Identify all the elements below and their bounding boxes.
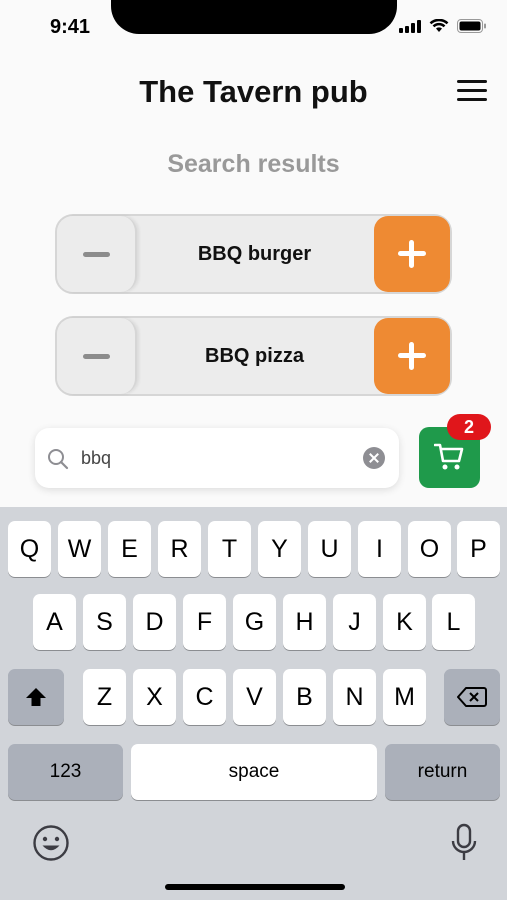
search-results-heading: Search results <box>167 150 340 178</box>
battery-icon <box>457 19 487 33</box>
device-notch <box>111 0 397 34</box>
backspace-icon <box>457 687 487 707</box>
microphone-icon[interactable] <box>451 823 477 868</box>
cart-icon <box>434 443 464 470</box>
home-indicator <box>165 884 345 890</box>
minus-icon <box>83 252 110 257</box>
search-icon <box>48 449 69 470</box>
cellular-signal-icon <box>399 19 421 33</box>
key-q[interactable]: Q <box>8 521 51 577</box>
on-screen-keyboard: Q W E R T Y U I O P A S D F G H J K L Z … <box>0 507 507 900</box>
page-title: The Tavern pub <box>139 74 368 109</box>
result-item: BBQ pizza <box>55 316 452 396</box>
search-bar <box>35 428 399 488</box>
emoji-icon[interactable] <box>32 824 70 867</box>
item-name: BBQ pizza <box>205 345 304 367</box>
space-key[interactable]: space <box>131 744 377 800</box>
key-x[interactable]: X <box>133 669 176 725</box>
status-time: 9:41 <box>50 16 91 38</box>
key-g[interactable]: G <box>233 594 276 650</box>
status-bar: 9:41 <box>0 0 507 50</box>
key-f[interactable]: F <box>183 594 226 650</box>
decrease-quantity-button[interactable] <box>57 216 137 292</box>
key-o[interactable]: O <box>408 521 451 577</box>
key-v[interactable]: V <box>233 669 276 725</box>
wifi-icon <box>429 19 449 33</box>
shift-icon <box>26 688 46 706</box>
key-m[interactable]: M <box>383 669 426 725</box>
result-item: BBQ burger <box>55 214 452 294</box>
numbers-key[interactable]: 123 <box>8 744 123 800</box>
cart-count-badge: 2 <box>447 414 491 440</box>
key-h[interactable]: H <box>283 594 326 650</box>
key-a[interactable]: A <box>33 594 76 650</box>
hamburger-menu-icon[interactable] <box>457 80 487 104</box>
shift-key[interactable] <box>8 669 64 725</box>
minus-icon <box>83 354 110 359</box>
search-input[interactable] <box>81 443 351 473</box>
key-k[interactable]: K <box>383 594 426 650</box>
key-u[interactable]: U <box>308 521 351 577</box>
key-c[interactable]: C <box>183 669 226 725</box>
key-p[interactable]: P <box>457 521 500 577</box>
key-e[interactable]: E <box>108 521 151 577</box>
key-w[interactable]: W <box>58 521 101 577</box>
key-d[interactable]: D <box>133 594 176 650</box>
key-z[interactable]: Z <box>83 669 126 725</box>
key-y[interactable]: Y <box>258 521 301 577</box>
key-t[interactable]: T <box>208 521 251 577</box>
key-l[interactable]: L <box>432 594 475 650</box>
return-key[interactable]: return <box>385 744 500 800</box>
backspace-key[interactable] <box>444 669 500 725</box>
key-n[interactable]: N <box>333 669 376 725</box>
key-i[interactable]: I <box>358 521 401 577</box>
key-r[interactable]: R <box>158 521 201 577</box>
increase-quantity-button[interactable] <box>374 216 450 292</box>
app-header: The Tavern pub <box>0 70 507 116</box>
decrease-quantity-button[interactable] <box>57 318 137 394</box>
status-icons <box>399 19 487 33</box>
key-j[interactable]: J <box>333 594 376 650</box>
clear-search-icon[interactable] <box>363 447 385 469</box>
item-name: BBQ burger <box>197 243 312 265</box>
key-b[interactable]: B <box>283 669 326 725</box>
increase-quantity-button[interactable] <box>374 318 450 394</box>
key-s[interactable]: S <box>83 594 126 650</box>
